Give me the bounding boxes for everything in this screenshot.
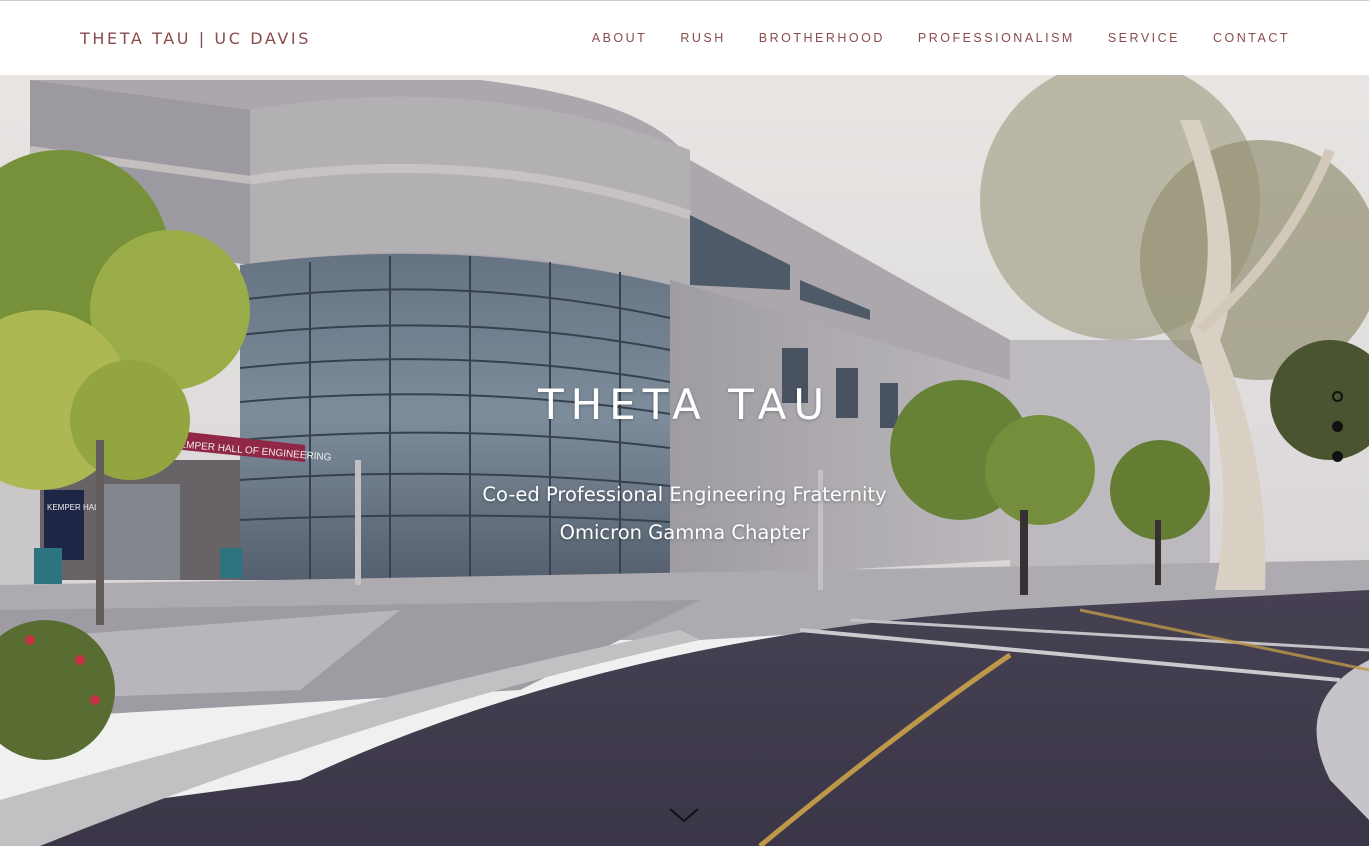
- slide-pagination: [1332, 391, 1346, 481]
- nav-rush[interactable]: RUSH: [680, 31, 725, 45]
- slide-dot-1[interactable]: [1332, 391, 1343, 402]
- hero-section: JOHN D. KEMPER HALL OF ENGINEERING KEMPE…: [0, 75, 1369, 846]
- slide-dot-2[interactable]: [1332, 421, 1343, 432]
- hero-subtitle-line2: Omicron Gamma Chapter: [559, 521, 810, 544]
- site-header: THETA TAU | UC DAVIS ABOUT RUSH BROTHERH…: [0, 1, 1369, 75]
- nav-professionalism[interactable]: PROFESSIONALISM: [918, 31, 1075, 45]
- hero-title: THETA TAU: [537, 380, 832, 429]
- nav-service[interactable]: SERVICE: [1108, 31, 1180, 45]
- hero-subtitle-line1: Co-ed Professional Engineering Fraternit…: [482, 483, 887, 506]
- nav-brotherhood[interactable]: BROTHERHOOD: [759, 31, 885, 45]
- hero-background-photo: JOHN D. KEMPER HALL OF ENGINEERING KEMPE…: [0, 75, 1369, 846]
- site-title[interactable]: THETA TAU | UC DAVIS: [80, 29, 311, 48]
- chevron-down-icon[interactable]: [668, 805, 700, 825]
- nav-about[interactable]: ABOUT: [592, 31, 648, 45]
- nav-contact[interactable]: CONTACT: [1213, 31, 1290, 45]
- main-nav: ABOUT RUSH BROTHERHOOD PROFESSIONALISM S…: [592, 31, 1290, 45]
- slide-dot-3[interactable]: [1332, 451, 1343, 462]
